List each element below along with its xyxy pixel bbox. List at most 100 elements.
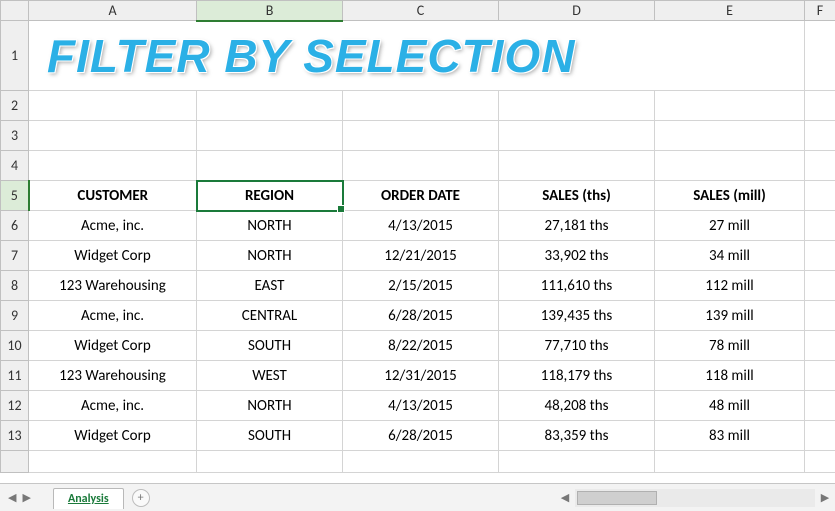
- cell-E9[interactable]: 139 mill: [655, 301, 805, 331]
- cell-E5[interactable]: SALES (mill): [655, 181, 805, 211]
- cell-B11[interactable]: WEST: [197, 361, 343, 391]
- row-header-2[interactable]: 2: [1, 91, 29, 121]
- cell-E2[interactable]: [655, 91, 805, 121]
- cell-C10[interactable]: 8/22/2015: [343, 331, 499, 361]
- cell-E10[interactable]: 78 mill: [655, 331, 805, 361]
- cell-C8[interactable]: 2/15/2015: [343, 271, 499, 301]
- row-header-13[interactable]: 13: [1, 421, 29, 451]
- cell-A2[interactable]: [29, 91, 197, 121]
- add-sheet-button[interactable]: +: [132, 489, 150, 507]
- cell-B3[interactable]: [197, 121, 343, 151]
- row-header-10[interactable]: 10: [1, 331, 29, 361]
- cell-A3[interactable]: [29, 121, 197, 151]
- cell-F3[interactable]: [805, 121, 835, 151]
- row-header-12[interactable]: 12: [1, 391, 29, 421]
- col-header-B[interactable]: B: [197, 1, 343, 21]
- cell-C14[interactable]: [343, 451, 499, 473]
- col-header-C[interactable]: C: [343, 1, 499, 21]
- row-header-8[interactable]: 8: [1, 271, 29, 301]
- cell-F1[interactable]: [805, 21, 835, 91]
- cell-E8[interactable]: 112 mill: [655, 271, 805, 301]
- cell-A14[interactable]: [29, 451, 197, 473]
- row-header-4[interactable]: 4: [1, 151, 29, 181]
- cell-C11[interactable]: 12/31/2015: [343, 361, 499, 391]
- cell-F5[interactable]: [805, 181, 835, 211]
- row-header-7[interactable]: 7: [1, 241, 29, 271]
- cell-F8[interactable]: [805, 271, 835, 301]
- tab-nav-next-icon[interactable]: ▶: [22, 491, 30, 504]
- spreadsheet-grid[interactable]: A B C D E F 1 FILTER BY SELECTION 2 3 4 …: [0, 0, 835, 473]
- cell-A10[interactable]: Widget Corp: [29, 331, 197, 361]
- cell-E3[interactable]: [655, 121, 805, 151]
- scrollbar-thumb[interactable]: [577, 491, 657, 505]
- row-header-5[interactable]: 5: [1, 181, 29, 211]
- cell-B9[interactable]: CENTRAL: [197, 301, 343, 331]
- cell-D4[interactable]: [499, 151, 655, 181]
- cell-C5[interactable]: ORDER DATE: [343, 181, 499, 211]
- row-header-14[interactable]: [1, 451, 29, 473]
- row-header-1[interactable]: 1: [1, 21, 29, 91]
- cell-D6[interactable]: 27,181 ths: [499, 211, 655, 241]
- col-header-F[interactable]: F: [805, 1, 835, 21]
- cell-C2[interactable]: [343, 91, 499, 121]
- row-header-9[interactable]: 9: [1, 301, 29, 331]
- cell-F13[interactable]: [805, 421, 835, 451]
- cell-F9[interactable]: [805, 301, 835, 331]
- cell-B2[interactable]: [197, 91, 343, 121]
- cell-A12[interactable]: Acme, inc.: [29, 391, 197, 421]
- cell-B13[interactable]: SOUTH: [197, 421, 343, 451]
- cell-F12[interactable]: [805, 391, 835, 421]
- col-header-E[interactable]: E: [655, 1, 805, 21]
- cell-F7[interactable]: [805, 241, 835, 271]
- cell-B7[interactable]: NORTH: [197, 241, 343, 271]
- cell-F2[interactable]: [805, 91, 835, 121]
- cell-C9[interactable]: 6/28/2015: [343, 301, 499, 331]
- cell-D8[interactable]: 111,610 ths: [499, 271, 655, 301]
- cell-A4[interactable]: [29, 151, 197, 181]
- cell-A5[interactable]: CUSTOMER: [29, 181, 197, 211]
- row-header-3[interactable]: 3: [1, 121, 29, 151]
- cell-C3[interactable]: [343, 121, 499, 151]
- cell-C6[interactable]: 4/13/2015: [343, 211, 499, 241]
- cell-D5[interactable]: SALES (ths): [499, 181, 655, 211]
- cell-D3[interactable]: [499, 121, 655, 151]
- scroll-right-icon[interactable]: ▶: [815, 489, 835, 507]
- scroll-left-icon[interactable]: ◀: [555, 489, 575, 507]
- cell-B8[interactable]: EAST: [197, 271, 343, 301]
- cell-C12[interactable]: 4/13/2015: [343, 391, 499, 421]
- cell-E11[interactable]: 118 mill: [655, 361, 805, 391]
- cell-A11[interactable]: 123 Warehousing: [29, 361, 197, 391]
- scrollbar-track[interactable]: [575, 489, 815, 507]
- cell-B6[interactable]: NORTH: [197, 211, 343, 241]
- cell-A9[interactable]: Acme, inc.: [29, 301, 197, 331]
- cell-E7[interactable]: 34 mill: [655, 241, 805, 271]
- cell-C4[interactable]: [343, 151, 499, 181]
- col-header-A[interactable]: A: [29, 1, 197, 21]
- row-header-11[interactable]: 11: [1, 361, 29, 391]
- cell-E6[interactable]: 27 mill: [655, 211, 805, 241]
- cell-D10[interactable]: 77,710 ths: [499, 331, 655, 361]
- cell-D13[interactable]: 83,359 ths: [499, 421, 655, 451]
- tab-nav-prev-icon[interactable]: ◀: [8, 491, 16, 504]
- cell-D12[interactable]: 48,208 ths: [499, 391, 655, 421]
- cell-A13[interactable]: Widget Corp: [29, 421, 197, 451]
- col-header-D[interactable]: D: [499, 1, 655, 21]
- cell-A6[interactable]: Acme, inc.: [29, 211, 197, 241]
- cell-B5-selected[interactable]: REGION: [197, 181, 343, 211]
- cell-C13[interactable]: 6/28/2015: [343, 421, 499, 451]
- cell-D7[interactable]: 33,902 ths: [499, 241, 655, 271]
- cell-E14[interactable]: [655, 451, 805, 473]
- cell-B4[interactable]: [197, 151, 343, 181]
- cell-F6[interactable]: [805, 211, 835, 241]
- sheet-tab-analysis[interactable]: Analysis: [53, 488, 124, 509]
- cell-F4[interactable]: [805, 151, 835, 181]
- cell-D11[interactable]: 118,179 ths: [499, 361, 655, 391]
- cell-B10[interactable]: SOUTH: [197, 331, 343, 361]
- cell-F11[interactable]: [805, 361, 835, 391]
- cell-C7[interactable]: 12/21/2015: [343, 241, 499, 271]
- cell-F10[interactable]: [805, 331, 835, 361]
- cell-B12[interactable]: NORTH: [197, 391, 343, 421]
- cell-D2[interactable]: [499, 91, 655, 121]
- cell-F14[interactable]: [805, 451, 835, 473]
- cell-A8[interactable]: 123 Warehousing: [29, 271, 197, 301]
